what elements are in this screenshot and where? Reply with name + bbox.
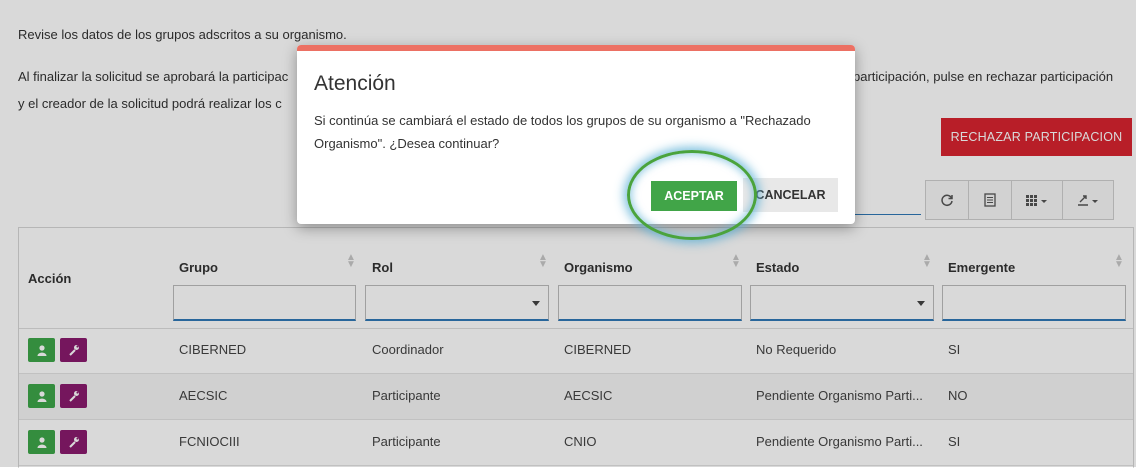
dialog-title: Atención	[314, 72, 396, 95]
confirm-dialog: Atención Si continúa se cambiará el esta…	[297, 45, 855, 224]
dialog-accent-bar	[297, 45, 855, 51]
accept-button[interactable]: ACEPTAR	[651, 181, 737, 211]
dialog-message: Si continúa se cambiará el estado de tod…	[314, 113, 811, 151]
cancel-button[interactable]: CANCELAR	[743, 178, 838, 212]
